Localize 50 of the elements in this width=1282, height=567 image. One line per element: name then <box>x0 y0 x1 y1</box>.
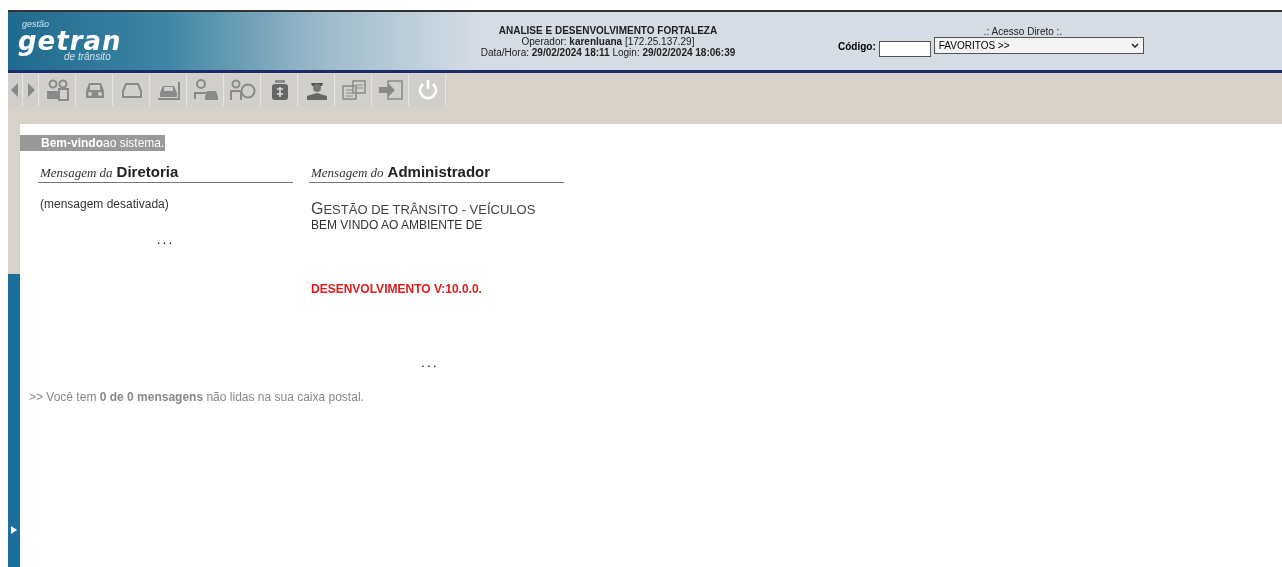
login-label: Login: <box>612 46 640 58</box>
panel-heading: Diretoria <box>116 163 179 180</box>
direct-access-label: .: Acesso Direto :. <box>982 25 1064 37</box>
welcome-banner: Bem-vindoao sistema. <box>20 135 166 151</box>
people-icon <box>44 79 71 101</box>
message-title: GESTÃO DE TRÂNSITO - VEÍCULOS <box>311 200 537 218</box>
datetime-label: Data/Hora: <box>480 46 529 58</box>
car-button[interactable] <box>114 74 150 106</box>
operator-label: Operador: <box>521 35 568 47</box>
money-bag-button[interactable] <box>262 74 298 106</box>
transfer-button[interactable] <box>373 74 409 106</box>
message-text: (mensagem desativada) <box>40 197 170 211</box>
person-speed-sign-button[interactable] <box>225 74 261 106</box>
power-button[interactable] <box>410 74 446 106</box>
logo-tagline: gestão <box>22 20 51 29</box>
car-button[interactable] <box>151 74 187 106</box>
power-icon <box>416 79 439 101</box>
favorites-select[interactable]: FAVORITOS >> <box>933 37 1144 54</box>
ip-address: [172.25.137.29] <box>624 35 695 47</box>
heading-prefix: Mensagem da <box>40 165 113 181</box>
person-car-button[interactable] <box>188 74 224 106</box>
left-arrow-button[interactable] <box>8 74 23 106</box>
mail-notice: >> Você tem 0 de 0 mensagens não lidas na sua caixa postal. <box>29 390 365 404</box>
car-button[interactable] <box>77 74 113 106</box>
more-link[interactable]: ... <box>38 231 293 247</box>
message-text: BEM VINDO AO AMBIENTE DE <box>311 218 484 232</box>
documents-icon <box>340 79 367 101</box>
expand-arrow-icon[interactable] <box>11 525 17 534</box>
panel-heading: Administrador <box>387 163 491 180</box>
right-arrow-icon <box>27 83 35 97</box>
car-icon <box>155 79 182 101</box>
left-arrow-icon <box>11 83 19 97</box>
right-arrow-button[interactable] <box>24 74 39 106</box>
heading-prefix: Mensagem do <box>311 165 384 181</box>
datetime-value: 29/02/2024 18:11 <box>531 46 610 58</box>
code-label: Código: <box>838 41 876 52</box>
logo-text: getran <box>18 28 123 54</box>
system-title: ANALISE E DESENVOLVIMENTO FORTALEZA <box>497 24 719 36</box>
more-link[interactable]: ... <box>421 354 564 370</box>
people-button[interactable] <box>40 74 76 106</box>
transfer-icon <box>377 79 404 101</box>
documents-button[interactable] <box>336 74 372 106</box>
operator-name: karenluana <box>569 35 623 47</box>
chevron-down-icon <box>1130 43 1139 48</box>
login-value: 29/02/2024 18:06:39 <box>642 46 736 58</box>
officer-button[interactable] <box>299 74 335 106</box>
code-field[interactable] <box>878 40 931 57</box>
person-speed-sign-icon <box>229 79 256 101</box>
version-text: DESENVOLVIMENTO V:10.0.0. <box>311 282 483 296</box>
person-car-icon <box>192 79 219 101</box>
